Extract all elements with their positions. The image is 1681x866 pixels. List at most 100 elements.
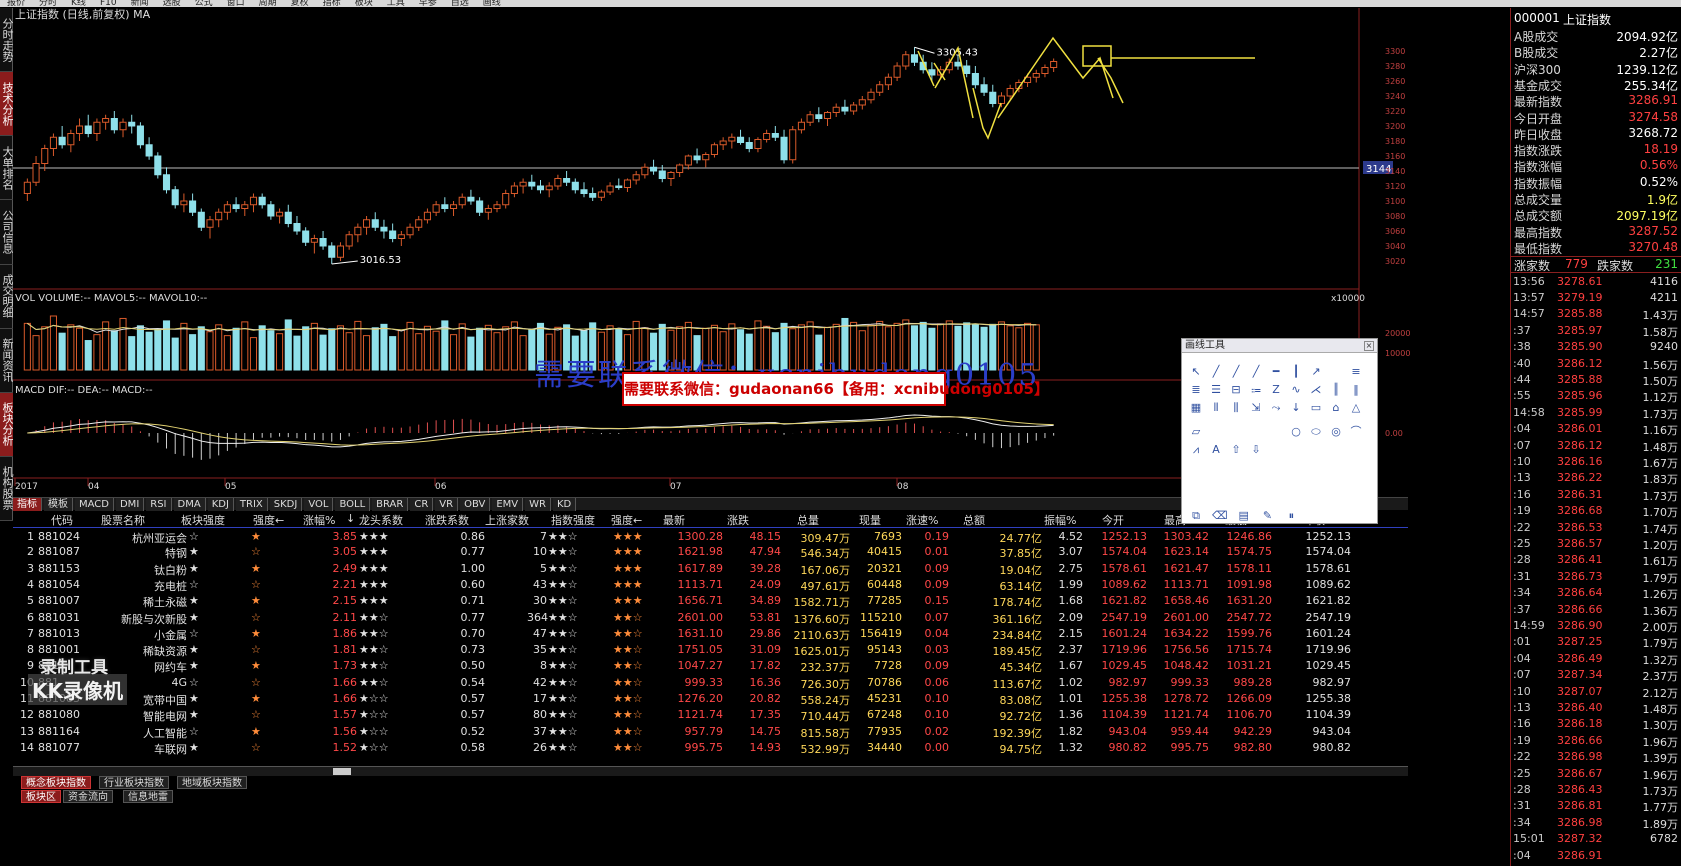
column-header[interactable]: 振幅%: [1044, 512, 1076, 528]
indicator-tab[interactable]: BOLL: [335, 498, 371, 511]
indicator-tab[interactable]: SKDJ: [269, 498, 303, 511]
horizontal-scrollbar[interactable]: [13, 766, 1408, 776]
blank-icon[interactable]: [1266, 417, 1286, 435]
bottom-tab[interactable]: 行业板块指数: [99, 776, 169, 789]
oval-icon[interactable]: ⬭: [1306, 423, 1326, 441]
draw-tools-panel[interactable]: 画线工具 × ↖ ╱ ╱ ╱ ━ ┃ ↗ ≡≣ ☰ ⊟ ⩴ Z ∿ ⋌ ║ ‖▦ ⦀ ⫼ ⇲ ⤳ ↓ ▭ ⌂ △▱ ○ ⬭ ◎ ⌒⩘ A…: [1181, 338, 1378, 524]
table-row[interactable]: 3 881153 钛白粉 2.49 1.00 5 1617.89 39.28 167.06万 20…: [13, 560, 1408, 577]
fib-icon[interactable]: ≡: [1346, 363, 1366, 381]
cycle2-icon[interactable]: ‖: [1346, 381, 1366, 399]
close-icon[interactable]: ×: [1364, 341, 1374, 351]
fib3-icon[interactable]: ☰: [1206, 381, 1226, 399]
column-header[interactable]: 代码: [51, 512, 73, 528]
column-header[interactable]: 股票名称: [101, 512, 145, 528]
up-arrow-icon[interactable]: ⇧: [1226, 441, 1246, 459]
menu-item[interactable]: 窗口: [227, 0, 245, 7]
menu-item[interactable]: 工具: [387, 0, 405, 7]
arrow-line-icon[interactable]: ↗: [1306, 363, 1326, 381]
column-header[interactable]: 强度←: [611, 512, 642, 528]
down-arrow-icon[interactable]: ⇩: [1246, 441, 1266, 459]
column-header[interactable]: 总量: [797, 512, 819, 528]
bottom-tab[interactable]: 信息地雷: [123, 790, 173, 803]
indicator-tab[interactable]: MACD: [75, 498, 114, 511]
table-row[interactable]: 11881083宽带中国1.660.57171276.2020.82558.24…: [13, 690, 1408, 707]
segment-icon[interactable]: ╱: [1246, 363, 1266, 381]
blank-icon[interactable]: [1226, 417, 1246, 435]
menu-item[interactable]: 选股: [163, 0, 181, 7]
column-header[interactable]: 板块强度: [181, 512, 225, 528]
table-row[interactable]: 13 881164 人工智能 1.56 0.52 37 957.79 14.75 815.58万…: [13, 723, 1408, 740]
blank-icon[interactable]: [1246, 417, 1266, 435]
brush-icon[interactable]: ✎: [1257, 507, 1277, 525]
menu-item[interactable]: 周期: [259, 0, 277, 7]
side-tab[interactable]: 机构股票: [0, 457, 14, 521]
eraser-icon[interactable]: ⌫: [1210, 507, 1230, 525]
indicator-tab[interactable]: KDJ: [207, 498, 234, 511]
triangle-icon[interactable]: △: [1346, 399, 1366, 417]
gann-icon[interactable]: ⩴: [1246, 381, 1266, 399]
cycle-icon[interactable]: ║: [1326, 381, 1346, 399]
table-row[interactable]: 2 881087 特钢 3.05 0.77 10 1621.98 47.94 546.34万 40…: [13, 543, 1408, 560]
drawn-rectangle[interactable]: [1082, 45, 1112, 67]
side-tab[interactable]: 公司信息: [0, 200, 14, 265]
indicator-tab[interactable]: VR: [435, 498, 459, 511]
grid-icon[interactable]: ▦: [1186, 399, 1206, 417]
menu-item[interactable]: 指标: [323, 0, 341, 7]
table-row[interactable]: 108814G1.660.5442999.3316.36726.30万70786…: [13, 674, 1408, 691]
side-tab[interactable]: 新闻资讯: [0, 329, 14, 393]
side-tab[interactable]: 技术分析: [0, 72, 14, 137]
cursor-icon[interactable]: ↖: [1186, 363, 1206, 381]
indicator-tab[interactable]: RSI: [146, 498, 172, 511]
table-row[interactable]: 1 881024 杭州亚运会 3.85 0.86 7 1300.28 48.15 309.47万…: [13, 527, 1408, 545]
parallelogram-icon[interactable]: ▱: [1186, 423, 1206, 441]
table-row[interactable]: 14 881077 车联网 1.52 0.58 26 995.75 14.93 532.99万 3…: [13, 739, 1408, 756]
fib4-icon[interactable]: ⊟: [1226, 381, 1246, 399]
indicator-tab[interactable]: KD: [552, 498, 577, 511]
side-tab[interactable]: 分时走势: [0, 8, 14, 73]
bottom-tab[interactable]: 板块区: [21, 790, 61, 803]
arc-icon[interactable]: ⌒: [1346, 423, 1366, 441]
indicator-tab[interactable]: EMV: [492, 498, 524, 511]
indicator-tab[interactable]: WR: [525, 498, 551, 511]
menu-item[interactable]: 复权: [291, 0, 309, 7]
z-icon[interactable]: Z: [1266, 381, 1286, 399]
menu-item[interactable]: 报价: [7, 0, 25, 7]
horizontal-line-icon[interactable]: ━: [1266, 363, 1286, 381]
bottom-tab[interactable]: 地域板块指数: [177, 776, 247, 789]
table-row[interactable]: 12 881080 智能电网 1.57 0.57 80 1121.74 17.35 710.44…: [13, 706, 1408, 723]
indicator-tab[interactable]: 模板: [44, 498, 73, 511]
column-header[interactable]: 上涨家数: [485, 512, 529, 528]
indicator-tab[interactable]: BRAR: [372, 498, 409, 511]
fib2-icon[interactable]: ≣: [1186, 381, 1206, 399]
table-row[interactable]: 6 881031 新股与次新股 2.11 0.77 364 2601.00 53.81 1376…: [13, 609, 1408, 626]
menu-item[interactable]: 画线: [483, 0, 501, 7]
table-row[interactable]: 8 881001 稀缺资源 1.81 0.73 35 1751.05 31.09 1625.01…: [13, 641, 1408, 658]
rect-icon[interactable]: ▭: [1306, 399, 1326, 417]
side-tab[interactable]: 板块分析: [0, 392, 14, 457]
table-row[interactable]: 9 881 网约车 1.73 0.50 8 1047.27 17.82 232.37万 7728 0…: [13, 657, 1408, 674]
indicator-tab[interactable]: VOL: [304, 498, 334, 511]
palette-icon[interactable]: ▤: [1234, 507, 1254, 525]
column-header[interactable]: ↓: [346, 512, 355, 525]
column-header[interactable]: 现量: [859, 512, 881, 528]
bottom-tab[interactable]: 概念板块指数: [21, 776, 91, 789]
fan-icon[interactable]: ⋌: [1306, 381, 1326, 399]
column-header[interactable]: 涨幅%: [303, 512, 335, 528]
side-tab[interactable]: 成交明细: [0, 265, 14, 329]
wave2-icon[interactable]: ⩘: [1186, 441, 1206, 459]
column-header[interactable]: 总额: [963, 512, 985, 528]
copy-icon[interactable]: ⧉: [1186, 507, 1206, 525]
side-tab[interactable]: 大单排名: [0, 136, 14, 201]
indicator-tab[interactable]: OBV: [460, 498, 491, 511]
wave-icon[interactable]: ∿: [1286, 381, 1306, 399]
menu-item[interactable]: K线: [71, 0, 86, 7]
target-icon[interactable]: ◎: [1326, 423, 1346, 441]
measure-icon[interactable]: ⇲: [1246, 399, 1266, 417]
down-icon[interactable]: ↓: [1286, 399, 1306, 417]
pause-icon[interactable]: ⏸: [1281, 507, 1301, 525]
blank-icon[interactable]: [1206, 417, 1226, 435]
indicator-tab[interactable]: 指标: [13, 498, 42, 511]
column-header[interactable]: 龙头系数: [359, 512, 403, 528]
scrollbar-thumb[interactable]: [333, 768, 351, 775]
indicator-tab[interactable]: TRIX: [235, 498, 268, 511]
